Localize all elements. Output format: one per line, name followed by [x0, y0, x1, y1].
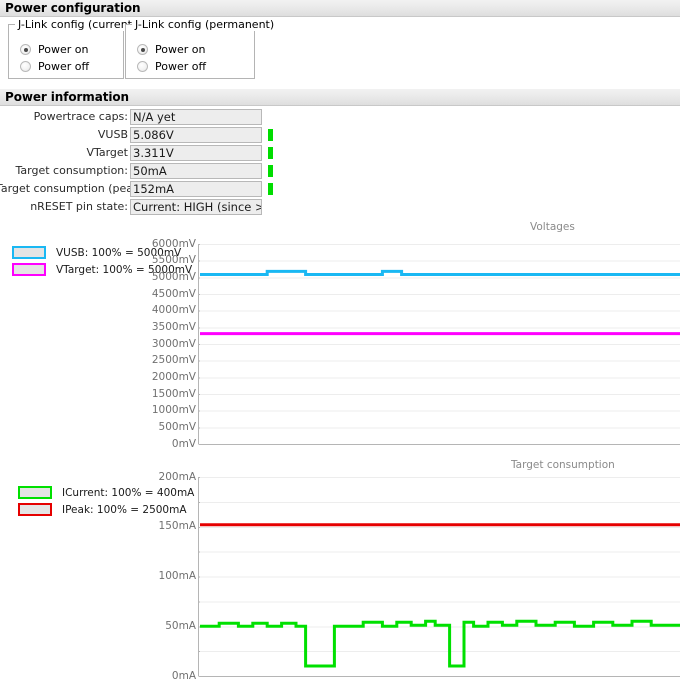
field-value-nreset-pin-state[interactable]: Current: HIGH (since > 5s),: [130, 199, 262, 215]
field-target-consumption: Target consumption: 50mA: [0, 163, 262, 179]
radio-label-permanent-power-off: Power off: [155, 60, 206, 73]
legend-swatch-vtarget: [12, 263, 46, 276]
y-tick-label: 3000mV: [134, 339, 196, 350]
y-tick-label: 6000mV: [134, 239, 196, 250]
legend-entry-ipeak[interactable]: IPeak: 100% = 2500mA: [18, 503, 187, 516]
jlink-config-permanent-legend: J-Link config (permanent): [132, 18, 277, 31]
y-tick-label: 3500mV: [134, 322, 196, 333]
chart-voltages-plot: [200, 240, 680, 448]
field-label-target-consumption-peak: Target consumption (peak):: [0, 181, 128, 197]
y-tick-label: 0mV: [134, 439, 196, 450]
radio-row-permanent-power-on[interactable]: Power on: [137, 43, 205, 56]
legend-label-icurrent: ICurrent: 100% = 400mA: [62, 487, 194, 499]
field-label-powertrace-caps: Powertrace caps:: [0, 109, 128, 125]
radio-current-power-on[interactable]: [20, 44, 31, 55]
y-tick-label: 2500mV: [134, 355, 196, 366]
legend-swatch-icurrent: [18, 486, 52, 499]
power-configuration-title: Power configuration: [5, 1, 140, 15]
radio-permanent-power-on[interactable]: [137, 44, 148, 55]
chart-title-voltages: Voltages: [530, 221, 575, 233]
radio-row-permanent-power-off[interactable]: Power off: [137, 60, 206, 73]
y-tick-label: 1500mV: [134, 389, 196, 400]
field-label-target-consumption: Target consumption:: [0, 163, 128, 179]
radio-label-permanent-power-on: Power on: [155, 43, 205, 56]
legend-entry-icurrent[interactable]: ICurrent: 100% = 400mA: [18, 486, 194, 499]
field-value-powertrace-caps[interactable]: N/A yet: [130, 109, 262, 125]
y-tick-label: 4500mV: [134, 289, 196, 300]
jlink-config-current-legend: J-Link config (current): [15, 18, 139, 31]
y-tick-label: 4000mV: [134, 305, 196, 316]
y-tick-label: 200mA: [134, 472, 196, 483]
radio-row-current-power-off[interactable]: Power off: [20, 60, 89, 73]
y-tick-label: 100mA: [134, 571, 196, 582]
y-tick-label: 150mA: [134, 521, 196, 532]
power-information-title: Power information: [5, 90, 129, 104]
y-tick-label: 5000mV: [134, 272, 196, 283]
field-target-consumption-peak: Target consumption (peak): 152mA: [0, 181, 262, 197]
field-label-vtarget: VTarget: [0, 145, 128, 161]
radio-permanent-power-off[interactable]: [137, 61, 148, 72]
y-tick-label: 1000mV: [134, 405, 196, 416]
chart-title-target-consumption: Target consumption: [511, 459, 615, 471]
radio-current-power-off[interactable]: [20, 61, 31, 72]
field-label-nreset-pin-state: nRESET pin state:: [0, 199, 128, 215]
field-vtarget: VTarget 3.311V: [0, 145, 262, 161]
status-led-target-consumption: [268, 165, 273, 177]
legend-label-ipeak: IPeak: 100% = 2500mA: [62, 504, 187, 516]
field-value-target-consumption[interactable]: 50mA: [130, 163, 262, 179]
status-led-target-consumption-peak: [268, 183, 273, 195]
jlink-config-permanent-group: J-Link config (permanent) Power on Power…: [125, 24, 255, 79]
field-nreset-pin-state: nRESET pin state: Current: HIGH (since >…: [0, 199, 262, 215]
y-tick-label: 500mV: [134, 422, 196, 433]
field-value-target-consumption-peak[interactable]: 152mA: [130, 181, 262, 197]
field-value-vtarget[interactable]: 3.311V: [130, 145, 262, 161]
jlink-config-current-group: J-Link config (current) Power on Power o…: [8, 24, 124, 79]
radio-label-current-power-off: Power off: [38, 60, 89, 73]
y-tick-label: 50mA: [134, 621, 196, 632]
legend-swatch-ipeak: [18, 503, 52, 516]
radio-row-current-power-on[interactable]: Power on: [20, 43, 88, 56]
field-vusb: VUSB 5.086V: [0, 127, 262, 143]
power-configuration-header: Power configuration: [0, 0, 680, 17]
chart-target-consumption-plot: [200, 473, 680, 682]
y-tick-label: 0mA: [134, 671, 196, 682]
field-powertrace-caps: Powertrace caps: N/A yet: [0, 109, 262, 125]
field-value-vusb[interactable]: 5.086V: [130, 127, 262, 143]
y-tick-label: 5500mV: [134, 255, 196, 266]
status-led-vusb: [268, 129, 273, 141]
y-tick-label: 2000mV: [134, 372, 196, 383]
legend-swatch-vusb: [12, 246, 46, 259]
status-led-vtarget: [268, 147, 273, 159]
radio-label-current-power-on: Power on: [38, 43, 88, 56]
power-information-header: Power information: [0, 89, 680, 106]
field-label-vusb: VUSB: [0, 127, 128, 143]
